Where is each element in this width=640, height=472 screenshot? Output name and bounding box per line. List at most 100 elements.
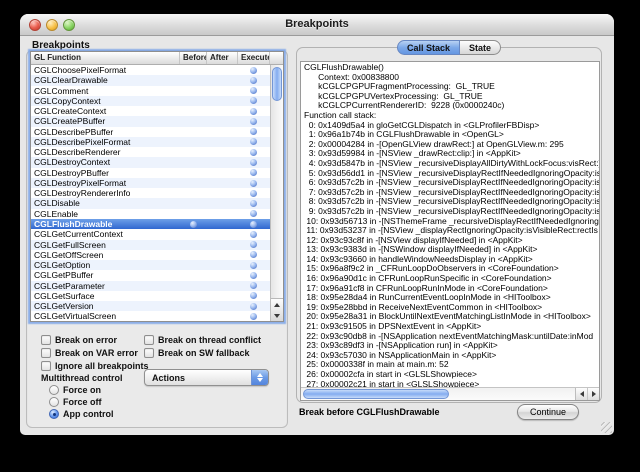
breakpoint-orb-icon[interactable]: [250, 221, 257, 228]
execute-cell[interactable]: [238, 137, 269, 147]
table-row[interactable]: CGLDestroyRendererInfo: [31, 188, 270, 198]
tab-call-stack[interactable]: Call Stack: [397, 40, 460, 55]
execute-cell[interactable]: [238, 281, 269, 291]
before-cell[interactable]: [180, 168, 207, 178]
execute-cell[interactable]: [238, 75, 269, 85]
after-cell[interactable]: [207, 188, 238, 198]
before-cell[interactable]: [180, 240, 207, 250]
table-row[interactable]: CGLDestroyContext: [31, 157, 270, 167]
before-cell[interactable]: [180, 137, 207, 147]
execute-cell[interactable]: [238, 86, 269, 96]
table-row[interactable]: CGLDescribePBuffer: [31, 127, 270, 137]
execute-cell[interactable]: [238, 270, 269, 280]
table-row[interactable]: CGLDestroyPBuffer: [31, 168, 270, 178]
horizontal-scrollbar-thumb[interactable]: [303, 389, 449, 399]
after-cell[interactable]: [207, 137, 238, 147]
table-row[interactable]: CGLGetVersion: [31, 301, 270, 311]
before-cell[interactable]: [180, 270, 207, 280]
after-cell[interactable]: [207, 281, 238, 291]
breakpoint-orb-icon[interactable]: [250, 251, 257, 258]
column-header-after[interactable]: After: [207, 52, 238, 64]
breakpoint-orb-icon[interactable]: [250, 200, 257, 207]
breakpoint-orb-icon[interactable]: [250, 169, 257, 176]
execute-cell[interactable]: [238, 209, 269, 219]
table-row[interactable]: CGLDestroyPixelFormat: [31, 178, 270, 188]
after-cell[interactable]: [207, 86, 238, 96]
after-cell[interactable]: [207, 127, 238, 137]
close-button[interactable]: [29, 19, 41, 31]
after-cell[interactable]: [207, 270, 238, 280]
before-cell[interactable]: [180, 198, 207, 208]
execute-cell[interactable]: [238, 188, 269, 198]
execute-cell[interactable]: [238, 219, 269, 229]
radio-force-off[interactable]: Force off: [49, 397, 114, 406]
execute-cell[interactable]: [238, 260, 269, 270]
breakpoint-orb-icon[interactable]: [250, 67, 257, 74]
radio-app-control[interactable]: App control: [49, 409, 114, 418]
execute-cell[interactable]: [238, 178, 269, 188]
table-row[interactable]: CGLFlushDrawable: [31, 219, 270, 229]
checkbox-ignore-all-breakpoints[interactable]: Ignore all breakpoints: [41, 361, 149, 370]
table-row[interactable]: CGLCreateContext: [31, 106, 270, 116]
scroll-left-arrow-icon[interactable]: [576, 388, 587, 400]
after-cell[interactable]: [207, 168, 238, 178]
execute-cell[interactable]: [238, 250, 269, 260]
radio-icon[interactable]: [49, 409, 59, 419]
title-bar[interactable]: Breakpoints: [20, 14, 614, 36]
table-row[interactable]: CGLGetParameter: [31, 281, 270, 291]
execute-cell[interactable]: [238, 116, 269, 126]
table-row[interactable]: CGLComment: [31, 86, 270, 96]
before-cell[interactable]: [180, 147, 207, 157]
after-cell[interactable]: [207, 65, 238, 75]
before-cell[interactable]: [180, 127, 207, 137]
breakpoint-orb-icon[interactable]: [250, 87, 257, 94]
execute-cell[interactable]: [238, 240, 269, 250]
after-cell[interactable]: [207, 301, 238, 311]
breakpoint-orb-icon[interactable]: [250, 108, 257, 115]
table-row[interactable]: CGLDescribePixelFormat: [31, 137, 270, 147]
after-cell[interactable]: [207, 75, 238, 85]
execute-cell[interactable]: [238, 229, 269, 239]
breakpoint-orb-icon[interactable]: [250, 190, 257, 197]
vertical-scrollbar-thumb[interactable]: [272, 67, 282, 101]
after-cell[interactable]: [207, 240, 238, 250]
after-cell[interactable]: [207, 229, 238, 239]
tab-state[interactable]: State: [460, 40, 501, 55]
scroll-down-arrow-icon[interactable]: [271, 310, 283, 321]
execute-cell[interactable]: [238, 65, 269, 75]
execute-cell[interactable]: [238, 198, 269, 208]
actions-dropdown[interactable]: Actions: [144, 369, 269, 386]
continue-button[interactable]: Continue: [517, 404, 579, 420]
execute-cell[interactable]: [238, 311, 269, 321]
table-row[interactable]: CGLClearDrawable: [31, 75, 270, 85]
after-cell[interactable]: [207, 147, 238, 157]
breakpoint-orb-icon[interactable]: [250, 128, 257, 135]
breakpoint-orb-icon[interactable]: [190, 221, 197, 228]
resize-grip[interactable]: [601, 422, 612, 433]
before-cell[interactable]: [180, 291, 207, 301]
column-header-gl-function[interactable]: GL Function: [31, 52, 180, 64]
after-cell[interactable]: [207, 311, 238, 321]
breakpoint-orb-icon[interactable]: [250, 272, 257, 279]
before-cell[interactable]: [180, 86, 207, 96]
before-cell[interactable]: [180, 75, 207, 85]
table-row[interactable]: CGLGetSurface: [31, 291, 270, 301]
breakpoint-orb-icon[interactable]: [250, 77, 257, 84]
horizontal-scrollbar[interactable]: [301, 387, 599, 400]
checkbox-icon[interactable]: [144, 335, 154, 345]
before-cell[interactable]: [180, 96, 207, 106]
breakpoint-orb-icon[interactable]: [250, 231, 257, 238]
execute-cell[interactable]: [238, 96, 269, 106]
breakpoint-orb-icon[interactable]: [250, 210, 257, 217]
checkbox-break-on-var-error[interactable]: Break on VAR error: [41, 348, 149, 357]
breakpoint-orb-icon[interactable]: [250, 118, 257, 125]
scroll-up-arrow-icon[interactable]: [271, 299, 283, 310]
breakpoint-orb-icon[interactable]: [250, 292, 257, 299]
before-cell[interactable]: [180, 219, 207, 229]
table-row[interactable]: CGLGetFullScreen: [31, 240, 270, 250]
checkbox-icon[interactable]: [41, 348, 51, 358]
table-row[interactable]: CGLGetVirtualScreen: [31, 311, 270, 321]
before-cell[interactable]: [180, 229, 207, 239]
checkbox-icon[interactable]: [144, 348, 154, 358]
table-row[interactable]: CGLDisable: [31, 198, 270, 208]
